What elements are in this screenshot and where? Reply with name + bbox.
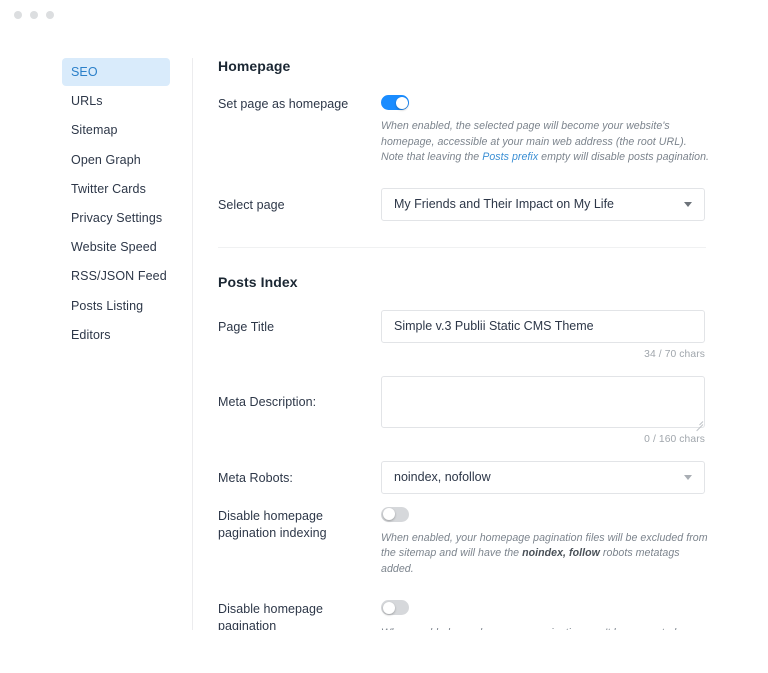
select-page-label: Select page [218, 197, 285, 212]
set-page-as-homepage-toggle[interactable] [381, 95, 409, 111]
sidebar-item-label: Website Speed [71, 240, 157, 255]
select-page-value: My Friends and Their Impact on My Life [394, 197, 614, 211]
meta-robots-value: noindex, nofollow [394, 470, 491, 484]
settings-content: Homepage Set page as homepage When enabl… [218, 58, 718, 630]
toggle-knob [382, 601, 395, 614]
page-title-input[interactable] [381, 309, 705, 343]
window-minimize-dot[interactable] [30, 11, 38, 19]
sidebar-item-posts-listing[interactable]: Posts Listing [62, 292, 170, 320]
meta-robots-row: Meta Robots: noindex, nofollow [218, 460, 718, 494]
posts-index-section-title: Posts Index [218, 273, 298, 290]
sidebar-item-editors[interactable]: Editors [62, 321, 170, 349]
sidebar-item-urls[interactable]: URLs [62, 87, 170, 115]
sidebar-item-label: SEO [71, 65, 98, 79]
sidebar-item-label: Posts Listing [71, 298, 144, 313]
toggle-knob [395, 96, 408, 109]
set-page-as-homepage-help: When enabled, the selected page will bec… [381, 119, 711, 166]
help-text-line1: When enabled, your homepage pagination w… [381, 627, 679, 630]
meta-description-char-counter: 0 / 160 chars [644, 433, 705, 445]
homepage-section-title: Homepage [218, 58, 291, 74]
sidebar-content-divider [192, 58, 193, 630]
disable-pagination-indexing-toggle[interactable] [381, 506, 409, 522]
body-area: SEO URLs Sitemap Open Graph Twitter Card… [0, 46, 768, 630]
window-close-dot[interactable] [14, 11, 22, 19]
help-text-strong: noindex, follow [522, 547, 600, 559]
meta-description-label: Meta Description: [218, 394, 317, 409]
settings-sidebar: SEO URLs Sitemap Open Graph Twitter Card… [62, 58, 170, 350]
disable-pagination-indexing-label: Disable homepage pagination indexing [218, 508, 327, 540]
sidebar-item-label: URLs [71, 94, 103, 109]
chevron-down-icon [684, 201, 692, 207]
sidebar-item-seo[interactable]: SEO [62, 58, 170, 86]
meta-description-row: Meta Description: 0 / 160 chars [218, 375, 718, 445]
disable-pagination-help: When enabled, your homepage pagination w… [381, 626, 711, 630]
meta-robots-dropdown[interactable]: noindex, nofollow [381, 460, 705, 494]
meta-robots-label: Meta Robots: [218, 470, 293, 485]
select-page-row: Select page My Friends and Their Impact … [218, 187, 718, 221]
window-titlebar [0, 0, 768, 30]
sidebar-item-label: Twitter Cards [71, 181, 146, 196]
sidebar-item-label: Privacy Settings [71, 210, 163, 225]
disable-pagination-indexing-row: Disable homepage pagination indexing Whe… [218, 506, 718, 578]
disable-pagination-label: Disable homepage pagination [218, 602, 324, 630]
page-title-label: Page Title [218, 319, 275, 334]
help-text-part2: empty will disable posts pagination. [538, 151, 710, 163]
meta-description-textarea[interactable] [381, 375, 705, 428]
sidebar-item-label: Sitemap [71, 123, 118, 138]
chevron-down-icon [684, 474, 692, 480]
disable-pagination-toggle[interactable] [381, 600, 409, 616]
sidebar-item-label: Editors [71, 327, 111, 342]
sidebar-item-sitemap[interactable]: Sitemap [62, 116, 170, 144]
posts-prefix-link[interactable]: Posts prefix [482, 151, 538, 163]
sidebar-item-label: Open Graph [71, 152, 141, 167]
page-title-row: Page Title 34 / 70 chars [218, 309, 718, 360]
page-title-char-counter: 34 / 70 chars [644, 348, 705, 360]
sidebar-item-rss-json-feed[interactable]: RSS/JSON Feed [62, 262, 170, 290]
window-maximize-dot[interactable] [46, 11, 54, 19]
set-page-as-homepage-row: Set page as homepage When enabled, the s… [218, 94, 718, 166]
sidebar-item-open-graph[interactable]: Open Graph [62, 146, 170, 174]
sidebar-item-label: RSS/JSON Feed [71, 269, 167, 284]
sidebar-item-privacy-settings[interactable]: Privacy Settings [62, 204, 170, 232]
disable-pagination-indexing-help: When enabled, your homepage pagination f… [381, 531, 711, 578]
sidebar-item-twitter-cards[interactable]: Twitter Cards [62, 175, 170, 203]
set-page-as-homepage-label: Set page as homepage [218, 97, 349, 111]
toggle-knob [382, 508, 395, 521]
disable-pagination-row: Disable homepage pagination When enabled… [218, 599, 718, 630]
select-page-dropdown[interactable]: My Friends and Their Impact on My Life [381, 187, 705, 221]
section-divider [218, 246, 706, 248]
app-window: SEO URLs Sitemap Open Graph Twitter Card… [0, 0, 768, 673]
sidebar-item-website-speed[interactable]: Website Speed [62, 233, 170, 261]
